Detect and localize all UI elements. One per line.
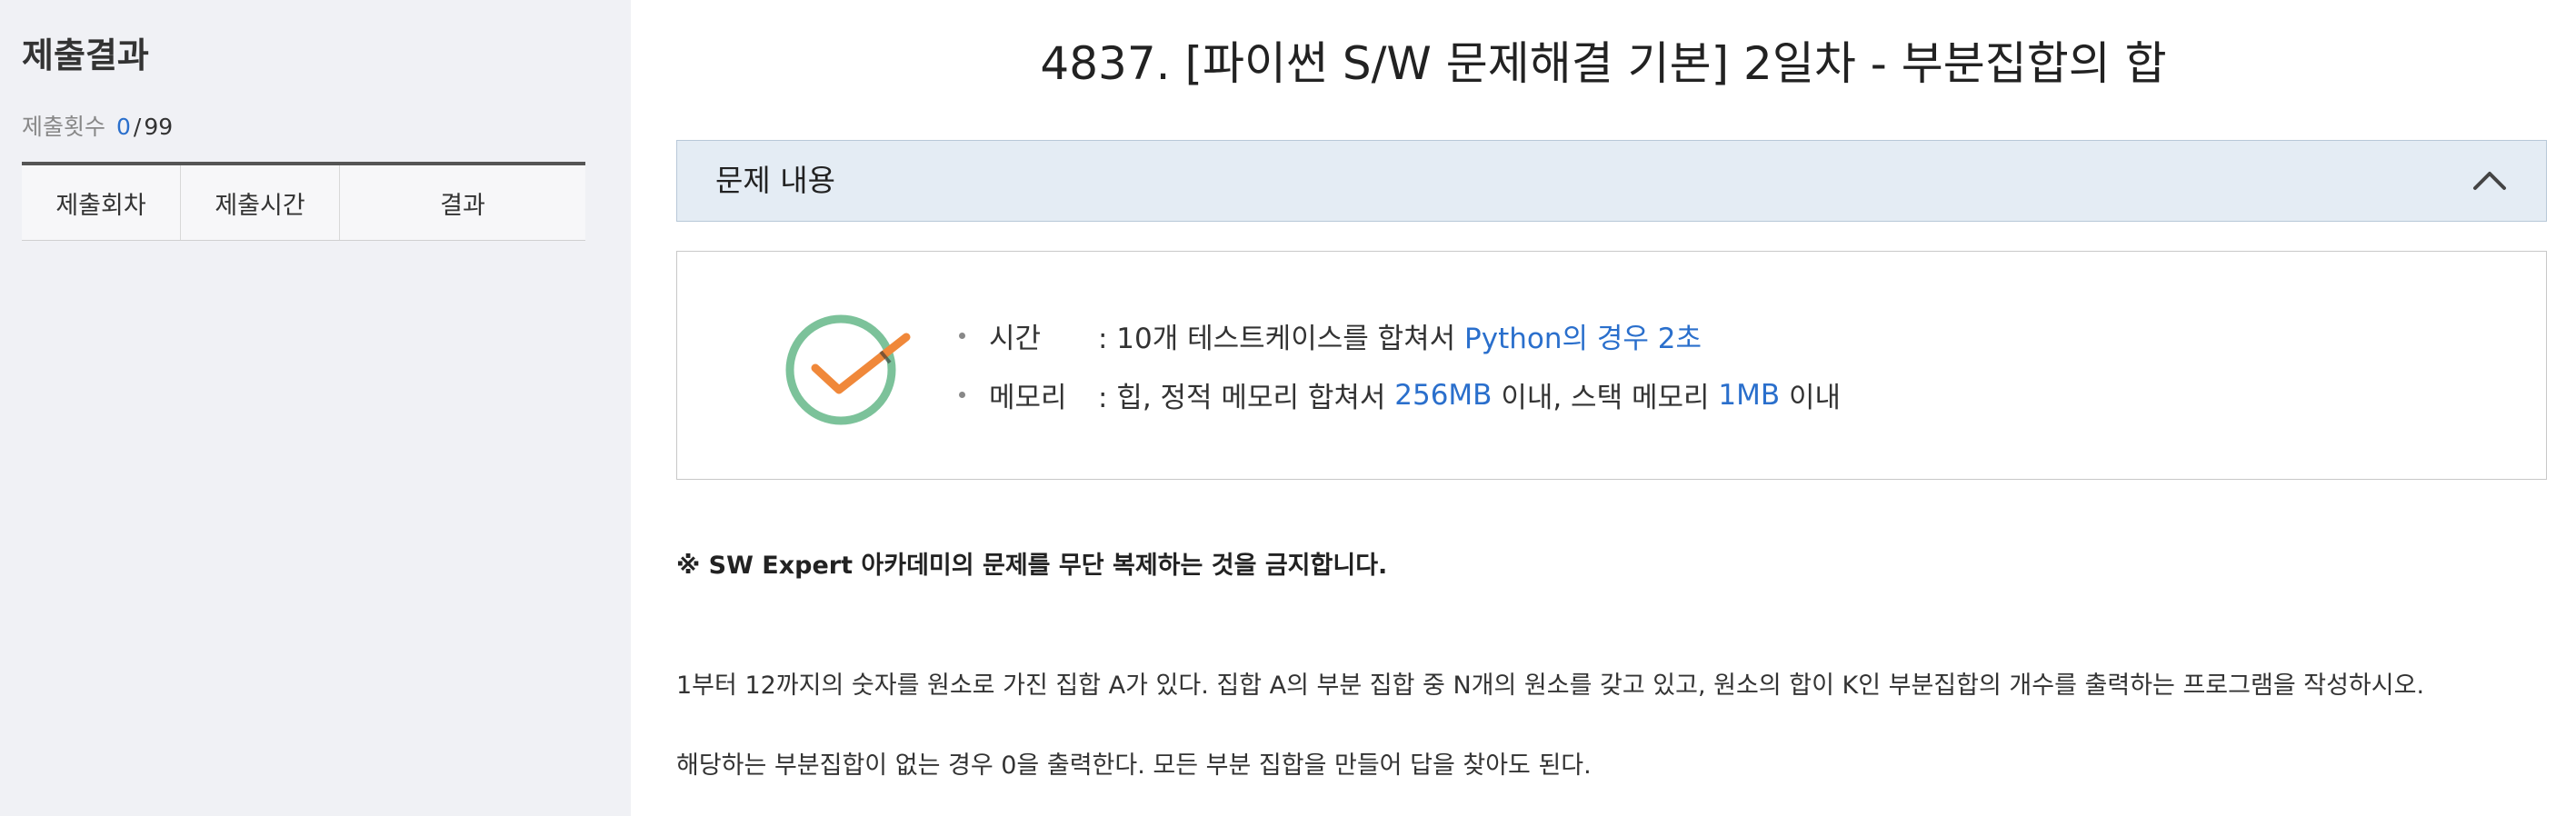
time-limit-label: 시간 <box>989 323 1042 355</box>
problem-description-2: 해당하는 부분집합이 없는 경우 0을 출력한다. 모든 부분 집합을 만들어 … <box>676 751 1592 780</box>
table-header-time: 제출시간 <box>181 165 340 240</box>
limits-box: 시간 : 10개 테스트케이스를 합쳐서 Python의 경우 2초 메모리 :… <box>676 251 2547 480</box>
memory-limit-text-2: 이내, 스택 메모리 <box>1501 382 1710 414</box>
submit-count-label: 제출횟수 <box>22 114 106 140</box>
chevron-up-icon[interactable] <box>2471 166 2508 194</box>
problem-description-1: 1부터 12까지의 숫자를 원소로 가진 집합 A가 있다. 집합 A의 부분 … <box>676 672 2425 700</box>
submit-count-current: 0 <box>116 114 131 140</box>
submission-sidebar: 제출결과 제출횟수 0/99 제출회차 제출시간 결과 <box>0 0 631 816</box>
submission-result-table: 제출회차 제출시간 결과 <box>22 162 585 241</box>
copyright-warning: ※ SW Expert 아카데미의 문제를 무단 복제하는 것을 금지합니다. <box>676 552 1388 580</box>
time-limit-row: 시간 : 10개 테스트케이스를 합쳐서 Python의 경우 2초 <box>959 315 1702 356</box>
memory-stack-limit: 1MB <box>1718 378 1781 412</box>
submit-count: 제출횟수 0/99 <box>22 109 173 142</box>
memory-limit-text: : 힙, 정적 메모리 합쳐서 <box>1098 382 1386 414</box>
problem-content-accordion[interactable]: 문제 내용 <box>676 140 2547 222</box>
time-limit-text: : 10개 테스트케이스를 합쳐서 <box>1098 323 1456 355</box>
time-limit-highlight: Python의 경우 2초 <box>1464 323 1702 355</box>
bullet-icon <box>959 392 965 398</box>
submit-count-max: 99 <box>144 114 174 140</box>
table-header-result: 결과 <box>440 191 485 220</box>
check-circle-icon <box>785 314 911 425</box>
sidebar-title: 제출결과 <box>22 35 149 75</box>
submit-count-separator: / <box>133 114 142 140</box>
memory-limit-label: 메모리 <box>989 382 1067 414</box>
memory-heap-limit: 256MB <box>1394 378 1493 412</box>
memory-limit-row: 메모리 : 힙, 정적 메모리 합쳐서 256MB 이내, 스택 메모리 1MB… <box>959 374 1841 415</box>
table-header-round: 제출회차 <box>22 165 181 240</box>
memory-limit-text-3: 이내 <box>1788 382 1842 414</box>
bullet-icon <box>959 333 965 339</box>
accordion-title: 문제 내용 <box>715 163 835 198</box>
problem-title: 4837. [파이썬 S/W 문제해결 기본] 2일차 - 부분집합의 합 <box>1040 37 2167 90</box>
